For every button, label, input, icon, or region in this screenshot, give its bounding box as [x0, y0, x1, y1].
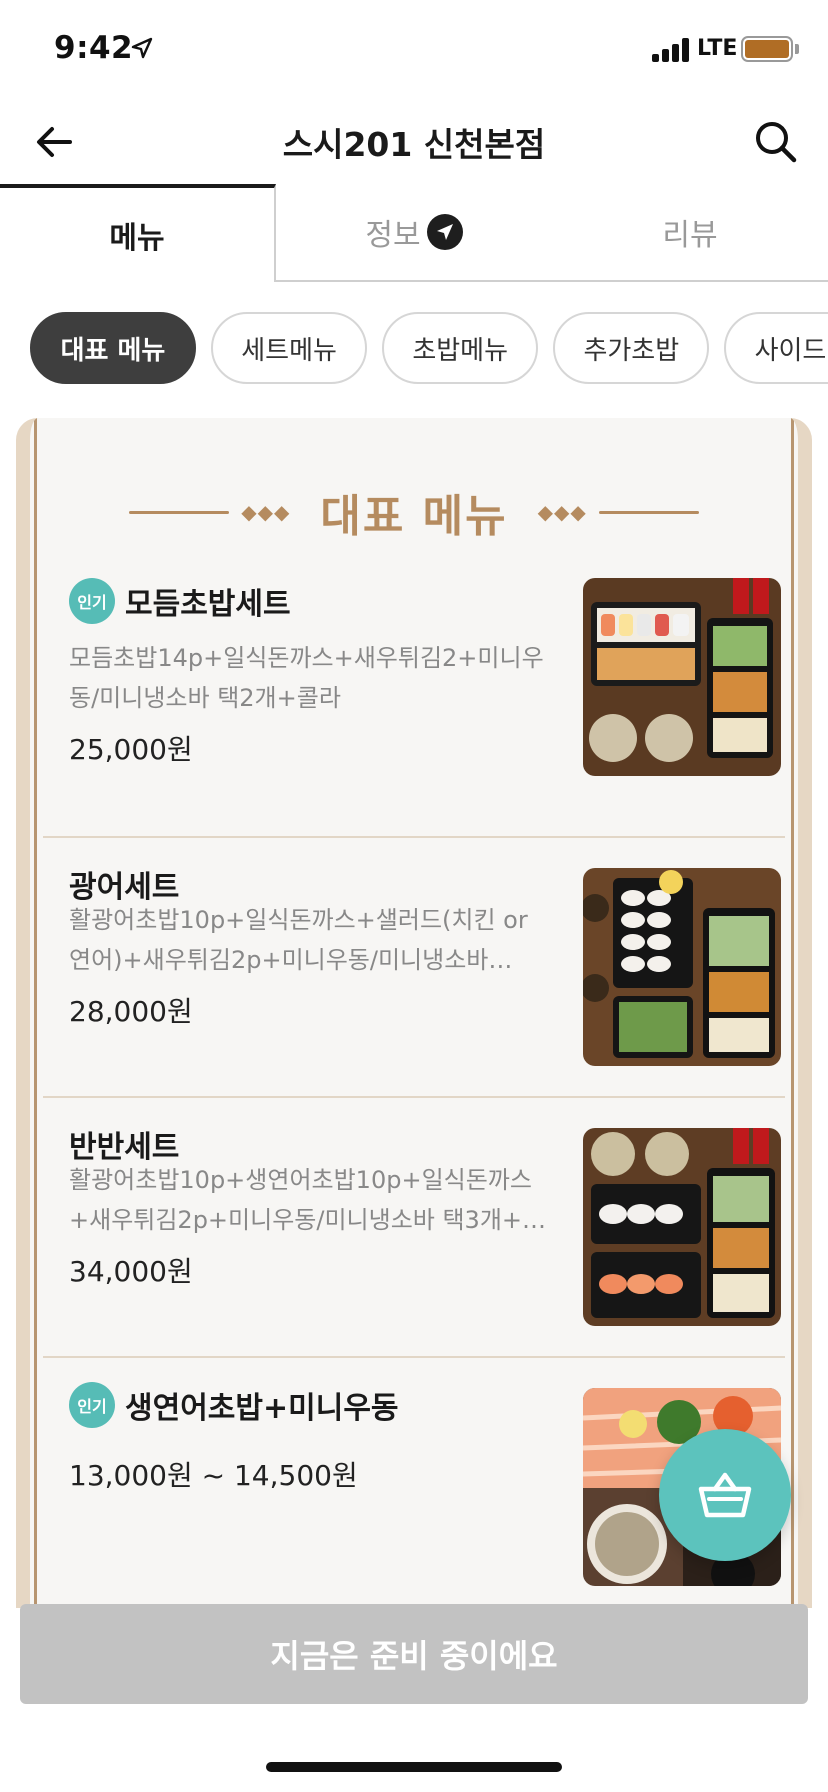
tab-label: 정보: [365, 218, 421, 253]
popular-badge: 인기: [69, 1382, 115, 1428]
description-line: 연어)+새우튀김2p+미니우동/미니냉소바…: [69, 946, 513, 974]
search-icon: [756, 122, 797, 163]
popular-badge: 인기: [69, 578, 115, 624]
description-line: 모듬초밥14p+일식돈까스+새우튀김2+미니우: [69, 644, 544, 672]
location-arrow-icon: [131, 37, 153, 59]
menu-item-price: 34,000원: [69, 1255, 193, 1288]
section-title: 대표 메뉴: [320, 491, 508, 542]
tab-reviews[interactable]: 리뷰: [552, 184, 828, 282]
decorative-line: [598, 510, 699, 514]
menu-item[interactable]: 광어세트 활광어초밥10p+일식돈까스+샐러드(치킨 or 연어)+새우튀김2p…: [43, 838, 785, 1098]
chip-side-menu[interactable]: 사이드메뉴: [724, 312, 828, 384]
cart-button[interactable]: [659, 1429, 791, 1561]
panel-frame: ◆◆◆ 대표 메뉴 ◆◆◆ 인기 모듬초밥세트 모듬초밥14p+일식돈까스+새우…: [34, 418, 794, 1608]
description-line: 활광어초밥10p+일식돈까스+샐러드(치킨 or: [69, 906, 528, 934]
menu-item-name-row: 인기 생연어초밥+미니우동: [69, 1382, 399, 1428]
network-type: LTE: [697, 36, 738, 61]
menu-item[interactable]: 인기 모듬초밥세트 모듬초밥14p+일식돈까스+새우튀김2+미니우 동/미니냉소…: [43, 578, 785, 838]
description-line: +새우튀김2p+미니우동/미니냉소바 택3개+…: [69, 1206, 547, 1234]
search-button[interactable]: [752, 118, 800, 166]
send-icon: [426, 214, 463, 250]
signature-menu-panel: ◆◆◆ 대표 메뉴 ◆◆◆ 인기 모듬초밥세트 모듬초밥14p+일식돈까스+새우…: [16, 418, 812, 1608]
chip-extra-sushi[interactable]: 추가초밥: [553, 312, 710, 384]
tab-label: 리뷰: [662, 218, 718, 253]
menu-item-description: 활광어초밥10p+일식돈까스+샐러드(치킨 or 연어)+새우튀김2p+미니우동…: [69, 900, 549, 980]
tab-menu[interactable]: 메뉴: [0, 184, 276, 282]
battery-icon: [741, 36, 793, 62]
decorative-diamonds-icon: ◆◆◆: [241, 500, 291, 524]
chip-set-menu[interactable]: 세트메뉴: [211, 312, 368, 384]
status-time: 9:42: [54, 30, 134, 66]
header: 스시201 신천본점: [0, 100, 828, 184]
chip-sushi-menu[interactable]: 초밥메뉴: [382, 312, 539, 384]
description-line: 활광어초밥10p+생연어초밥10p+일식돈까스: [69, 1166, 532, 1194]
decorative-diamonds-icon: ◆◆◆: [537, 500, 587, 524]
menu-item-name-row: 인기 모듬초밥세트: [69, 578, 291, 624]
menu-item-name: 생연어초밥+미니우동: [125, 1391, 399, 1426]
menu-item-photo: [583, 868, 781, 1066]
home-indicator[interactable]: [266, 1762, 562, 1772]
shopping-basket-icon: [698, 1472, 752, 1518]
tab-bar: 메뉴 정보 리뷰: [0, 184, 828, 282]
menu-item-photo: [583, 1128, 781, 1326]
menu-item[interactable]: 반반세트 활광어초밥10p+생연어초밥10p+일식돈까스 +새우튀김2p+미니우…: [43, 1098, 785, 1358]
menu-item-description: 모듬초밥14p+일식돈까스+새우튀김2+미니우 동/미니냉소바 택2개+콜라: [69, 638, 549, 718]
status-bar: 9:42 LTE: [0, 0, 828, 100]
order-unavailable-bar[interactable]: 지금은 준비 중이에요: [20, 1604, 808, 1704]
menu-item-photo: [583, 578, 781, 776]
menu-item-description: 활광어초밥10p+생연어초밥10p+일식돈까스 +새우튀김2p+미니우동/미니냉…: [69, 1160, 549, 1240]
page-title: 스시201 신천본점: [282, 125, 546, 164]
menu-item-name: 모듬초밥세트: [125, 587, 291, 622]
decorative-line: [129, 510, 230, 514]
category-chip-bar: 대표 메뉴 세트메뉴 초밥메뉴 추가초밥 사이드메뉴: [30, 312, 828, 386]
chip-signature-menu[interactable]: 대표 메뉴: [30, 312, 196, 384]
menu-item-price: 13,000원 ~ 14,500원: [69, 1459, 358, 1492]
tab-label: 메뉴: [109, 221, 165, 256]
signal-strength-icon: [652, 36, 698, 62]
menu-item-price: 28,000원: [69, 995, 193, 1028]
section-header: ◆◆◆ 대표 메뉴 ◆◆◆: [37, 480, 791, 544]
tab-info[interactable]: 정보: [276, 184, 552, 282]
menu-item-price: 25,000원: [69, 733, 193, 766]
battery-tip: [795, 44, 799, 54]
description-line: 동/미니냉소바 택2개+콜라: [69, 684, 341, 712]
